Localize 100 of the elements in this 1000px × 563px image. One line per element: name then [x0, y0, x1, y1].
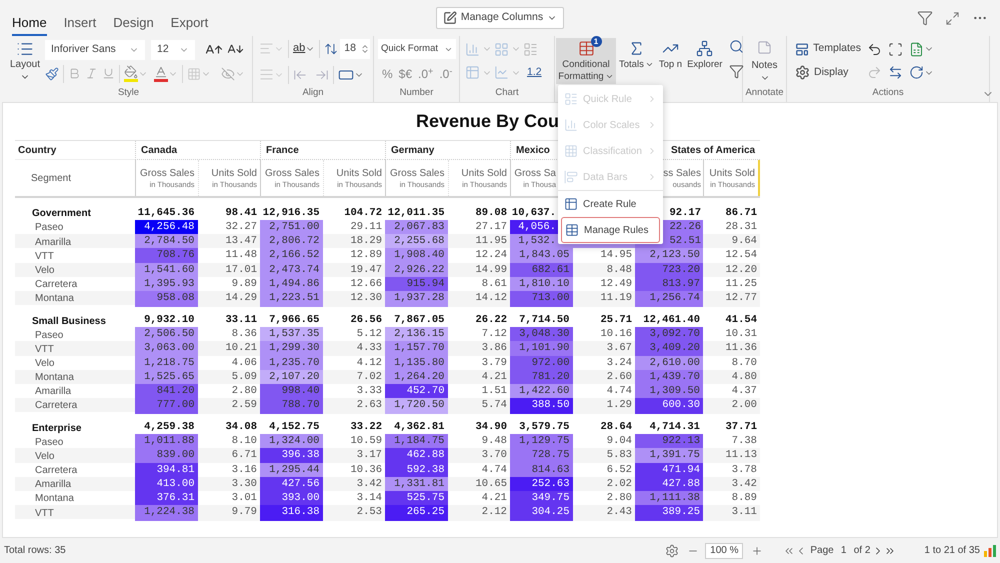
row-label: Velo — [35, 264, 54, 278]
ribbon-tool-button[interactable]: Explorer — [685, 38, 724, 84]
table-cell: 1,391.75 — [635, 448, 703, 464]
row-label: Amarilla — [35, 385, 72, 400]
group-label: Style — [118, 86, 140, 100]
group-name: Government — [32, 207, 91, 222]
table-cell: 958.08 — [135, 290, 198, 307]
ribbon-tab[interactable]: Insert — [64, 12, 96, 36]
ribbon-tool-button[interactable]: 1 Conditional Formatting — [556, 38, 616, 84]
table-cell: 1.29 — [572, 398, 635, 414]
display-button[interactable]: Display — [795, 65, 861, 81]
font-family-select[interactable]: Inforiver Sans — [45, 40, 145, 60]
notes-button[interactable]: Notes — [751, 58, 778, 72]
table-cell: 265.25 — [385, 505, 448, 521]
measure-title: Gross Sales — [140, 166, 194, 180]
row-range: 1 to 21 of 35 — [924, 544, 980, 558]
table-cell: 12.77 — [703, 290, 760, 307]
layout-button[interactable]: Layout — [10, 58, 40, 72]
group-name: Small Business — [32, 314, 106, 328]
table-cell: 1,937.28 — [385, 290, 448, 307]
measure-title: Gross Sales — [390, 166, 444, 180]
row-label: Montana — [35, 371, 74, 386]
row-label: Velo — [35, 450, 54, 464]
report-title: Revenue By Cou — [416, 110, 560, 133]
measure-title: Gross Sa — [514, 166, 556, 180]
column-header: Country — [18, 144, 56, 158]
wrap-text-button[interactable]: ab — [293, 40, 306, 57]
group-label: Align — [302, 86, 324, 100]
ribbon-tab[interactable]: Design — [113, 12, 154, 36]
table-cell: 14.95 — [572, 248, 635, 264]
table-cell: 12.30 — [322, 290, 385, 307]
table-cell: 3.70 — [448, 448, 510, 464]
table-cell: 2.12 — [448, 505, 510, 521]
column-header: Mexico — [516, 144, 550, 158]
table-cell: 1,223.51 — [260, 290, 322, 307]
group-name: Enterprise — [32, 422, 82, 436]
row-label: Carretera — [35, 278, 78, 292]
table-cell: 600.30 — [635, 398, 703, 414]
table-cell: 2.59 — [198, 398, 260, 414]
table-cell: 5.74 — [448, 398, 510, 414]
ribbon-tab[interactable]: Export — [170, 12, 208, 36]
font-size-select[interactable]: 12 — [151, 40, 195, 60]
table-cell: 388.50 — [510, 398, 572, 414]
table-cell: 6.71 — [198, 448, 260, 464]
table-cell: 1,256.74 — [635, 290, 703, 307]
menu-item[interactable]: Create Rule — [558, 191, 663, 217]
row-label: Carretera — [35, 399, 78, 414]
table-cell: 11.48 — [198, 248, 260, 264]
measure-title: Units Sold — [211, 166, 257, 180]
column-header: Germany — [391, 144, 434, 158]
table-cell: 728.75 — [510, 448, 572, 464]
ribbon-tool-button[interactable]: Top n — [656, 38, 684, 84]
table-cell: 389.25 — [635, 505, 703, 521]
table-cell: 1,720.50 — [385, 398, 448, 414]
table-cell: 1,157.70 — [385, 341, 448, 358]
group-label: Chart — [495, 86, 519, 100]
manage-columns-button[interactable]: Manage Columns — [436, 7, 564, 29]
page-label: Page — [810, 544, 834, 558]
table-cell: 1,224.38 — [135, 505, 198, 521]
table-cell: 708.76 — [135, 248, 198, 264]
total-rows-label: Total rows: 35 — [4, 544, 66, 558]
column-header: States of America — [671, 144, 756, 158]
table-cell: 304.25 — [510, 505, 572, 521]
table-cell: 4.33 — [322, 341, 385, 358]
table-cell: 2,123.50 — [635, 248, 703, 264]
table-cell: 3,409.20 — [635, 341, 703, 358]
table-cell: 1,843.05 — [510, 248, 572, 264]
zoom-input[interactable]: 100 % — [705, 542, 744, 558]
table-cell: 3.67 — [572, 341, 635, 358]
table-cell: 2.63 — [322, 398, 385, 414]
menu-item[interactable]: Manage Rules — [561, 217, 660, 243]
measure-title: Units Sold — [461, 166, 507, 180]
table-cell: 5.83 — [572, 448, 635, 464]
row-label: Montana — [35, 292, 74, 306]
group-label: Annotate — [745, 86, 784, 100]
table-cell: 14.12 — [448, 290, 510, 307]
page-input[interactable]: 1 — [836, 544, 851, 558]
table-cell: 2,166.52 — [260, 248, 322, 264]
row-label: Paseo — [35, 436, 64, 450]
table-cell: 462.88 — [385, 448, 448, 464]
table-cell: 3.17 — [322, 448, 385, 464]
templates-button[interactable]: Templates — [795, 41, 861, 57]
table-cell: 14.29 — [198, 290, 260, 307]
ribbon-tool-button[interactable]: Totals — [617, 38, 656, 84]
measure-title: ss Sales — [663, 166, 701, 180]
table-cell: 3.11 — [703, 505, 760, 521]
measure-title: Units Sold — [709, 166, 755, 180]
row-label: VTT — [35, 342, 54, 357]
ribbon-tab[interactable]: Home — [12, 12, 47, 36]
table-cell: 12.89 — [322, 248, 385, 264]
table-cell: 788.70 — [260, 398, 322, 414]
number-format-select[interactable]: Quick Format — [378, 39, 456, 59]
line-height-input[interactable]: 18 — [340, 38, 370, 58]
decimal-button[interactable]: 1.2 — [527, 64, 542, 80]
table-cell: 839.00 — [135, 448, 198, 464]
table-cell: 777.00 — [135, 398, 198, 414]
group-label: Actions — [872, 86, 904, 100]
count-badge: 1 — [590, 36, 602, 47]
row-label: VTT — [35, 506, 54, 521]
table-cell: 2.00 — [703, 398, 760, 414]
